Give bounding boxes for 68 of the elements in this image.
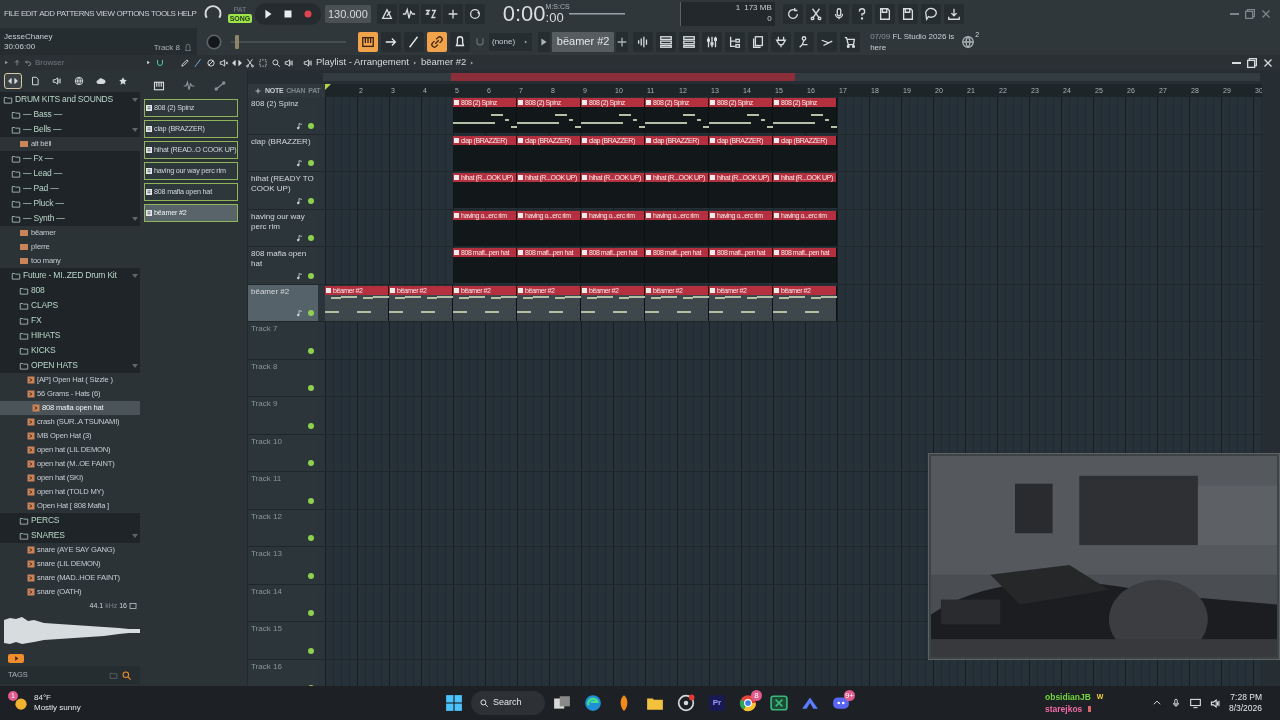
track-name: Track 9 — [251, 399, 279, 409]
browser-item[interactable]: DRUM KITS and SOUNDS — [0, 92, 140, 107]
pattern-selector[interactable]: bëamer #2 — [552, 31, 615, 52]
clock-date[interactable]: 8/3/2026 — [1228, 703, 1262, 714]
track-name: Track 12 — [251, 511, 283, 522]
browser-item[interactable]: — Fx — — [0, 151, 140, 166]
browser-item[interactable]: — Pad — — [0, 181, 140, 196]
clock-time[interactable]: 7:28 PM — [1230, 692, 1262, 703]
browser-item[interactable]: — Synth — — [0, 211, 140, 226]
time-fraction: :00 — [545, 11, 565, 25]
track-name: 808 (2) Spinz — [251, 99, 300, 109]
browser-item[interactable]: SNARES — [0, 528, 140, 543]
chat-user: obsidianJB — [1045, 691, 1091, 703]
menu-item[interactable]: PATTERNS — [56, 8, 94, 20]
menu-item[interactable]: TOOLS — [151, 8, 176, 20]
track-name: Track 8 — [251, 361, 279, 372]
track-name: Track 16 — [251, 661, 283, 672]
browser-item[interactable]: OPEN HATS — [0, 358, 140, 373]
cpu-value: 1 — [735, 2, 741, 13]
track-name: 808 mafia open hat — [251, 249, 308, 269]
news-headline[interactable]: 07/09 FL Studio 2026 is here — [870, 30, 956, 53]
track-name: Track 14 — [251, 586, 283, 597]
chat-user: starejkos — [1045, 703, 1083, 715]
taskbar-search[interactable]: Search — [471, 691, 545, 715]
track-name: bëamer #2 — [251, 286, 291, 297]
tempo-display[interactable]: 130.000 — [325, 5, 371, 23]
browser-item[interactable]: — Lead — — [0, 166, 140, 181]
track-name: Track 11 — [251, 474, 283, 484]
playlist-title: Playlist - Arrangement — [316, 55, 409, 70]
browser-item[interactable]: — Bass — — [0, 107, 140, 122]
track-name: hihat (READY TO COOK UP) — [251, 174, 315, 194]
voices-value: 0 — [767, 13, 772, 24]
menu-item[interactable]: OPTIONS — [116, 8, 149, 20]
track-name: Track 13 — [251, 549, 283, 559]
snap-selector[interactable]: (none) — [489, 32, 533, 51]
user-name: JesseChaney — [4, 31, 53, 42]
browser-item[interactable]: CLAPS — [0, 298, 140, 313]
menu-item[interactable]: VIEW — [96, 8, 115, 20]
hint-target: Track 8 — [153, 42, 180, 54]
menu-item[interactable]: EDIT — [20, 8, 38, 20]
track-name: having our way perc rim — [251, 211, 306, 232]
browser-item[interactable]: KICKS — [0, 343, 140, 358]
hint-time: 30:06:00 — [4, 41, 37, 52]
memory-value: 173 MB — [744, 2, 772, 13]
notification-badge: 9+ — [843, 690, 855, 701]
menu-item[interactable]: HELP — [177, 8, 197, 20]
taskbar-app[interactable]: Pr — [703, 690, 731, 716]
track-name: Track 10 — [251, 436, 283, 447]
track-name: Track 15 — [251, 624, 283, 634]
browser-title: Browser — [35, 56, 65, 69]
notification-badge: 8 — [751, 690, 762, 701]
browser-item[interactable]: 808 — [0, 283, 140, 298]
weather-condition[interactable]: Mostly sunny — [34, 703, 81, 713]
browser-item[interactable]: — Pluck — — [0, 196, 140, 211]
track-name: Track 7 — [251, 324, 279, 334]
browser-item[interactable]: — Bells — — [0, 122, 140, 137]
app-label: Pr — [712, 697, 722, 709]
browser-item[interactable]: PERCS — [0, 513, 140, 528]
browser-item[interactable]: Future - MI..ZED Drum Kit — [0, 268, 140, 283]
time-display: 0:00 — [502, 3, 546, 25]
temperature[interactable]: 84°F — [34, 693, 81, 703]
track-name: clap (BRAZZER) — [251, 136, 312, 147]
playlist-pattern[interactable]: bëamer #2 — [420, 55, 467, 70]
menu-item[interactable]: ADD — [39, 8, 55, 20]
menu-item[interactable]: FILE — [4, 8, 19, 20]
browser-item[interactable]: FX — [0, 313, 140, 328]
track-header[interactable]: bëamer #2 — [248, 284, 318, 321]
browser-item[interactable]: HIHATS — [0, 328, 140, 343]
